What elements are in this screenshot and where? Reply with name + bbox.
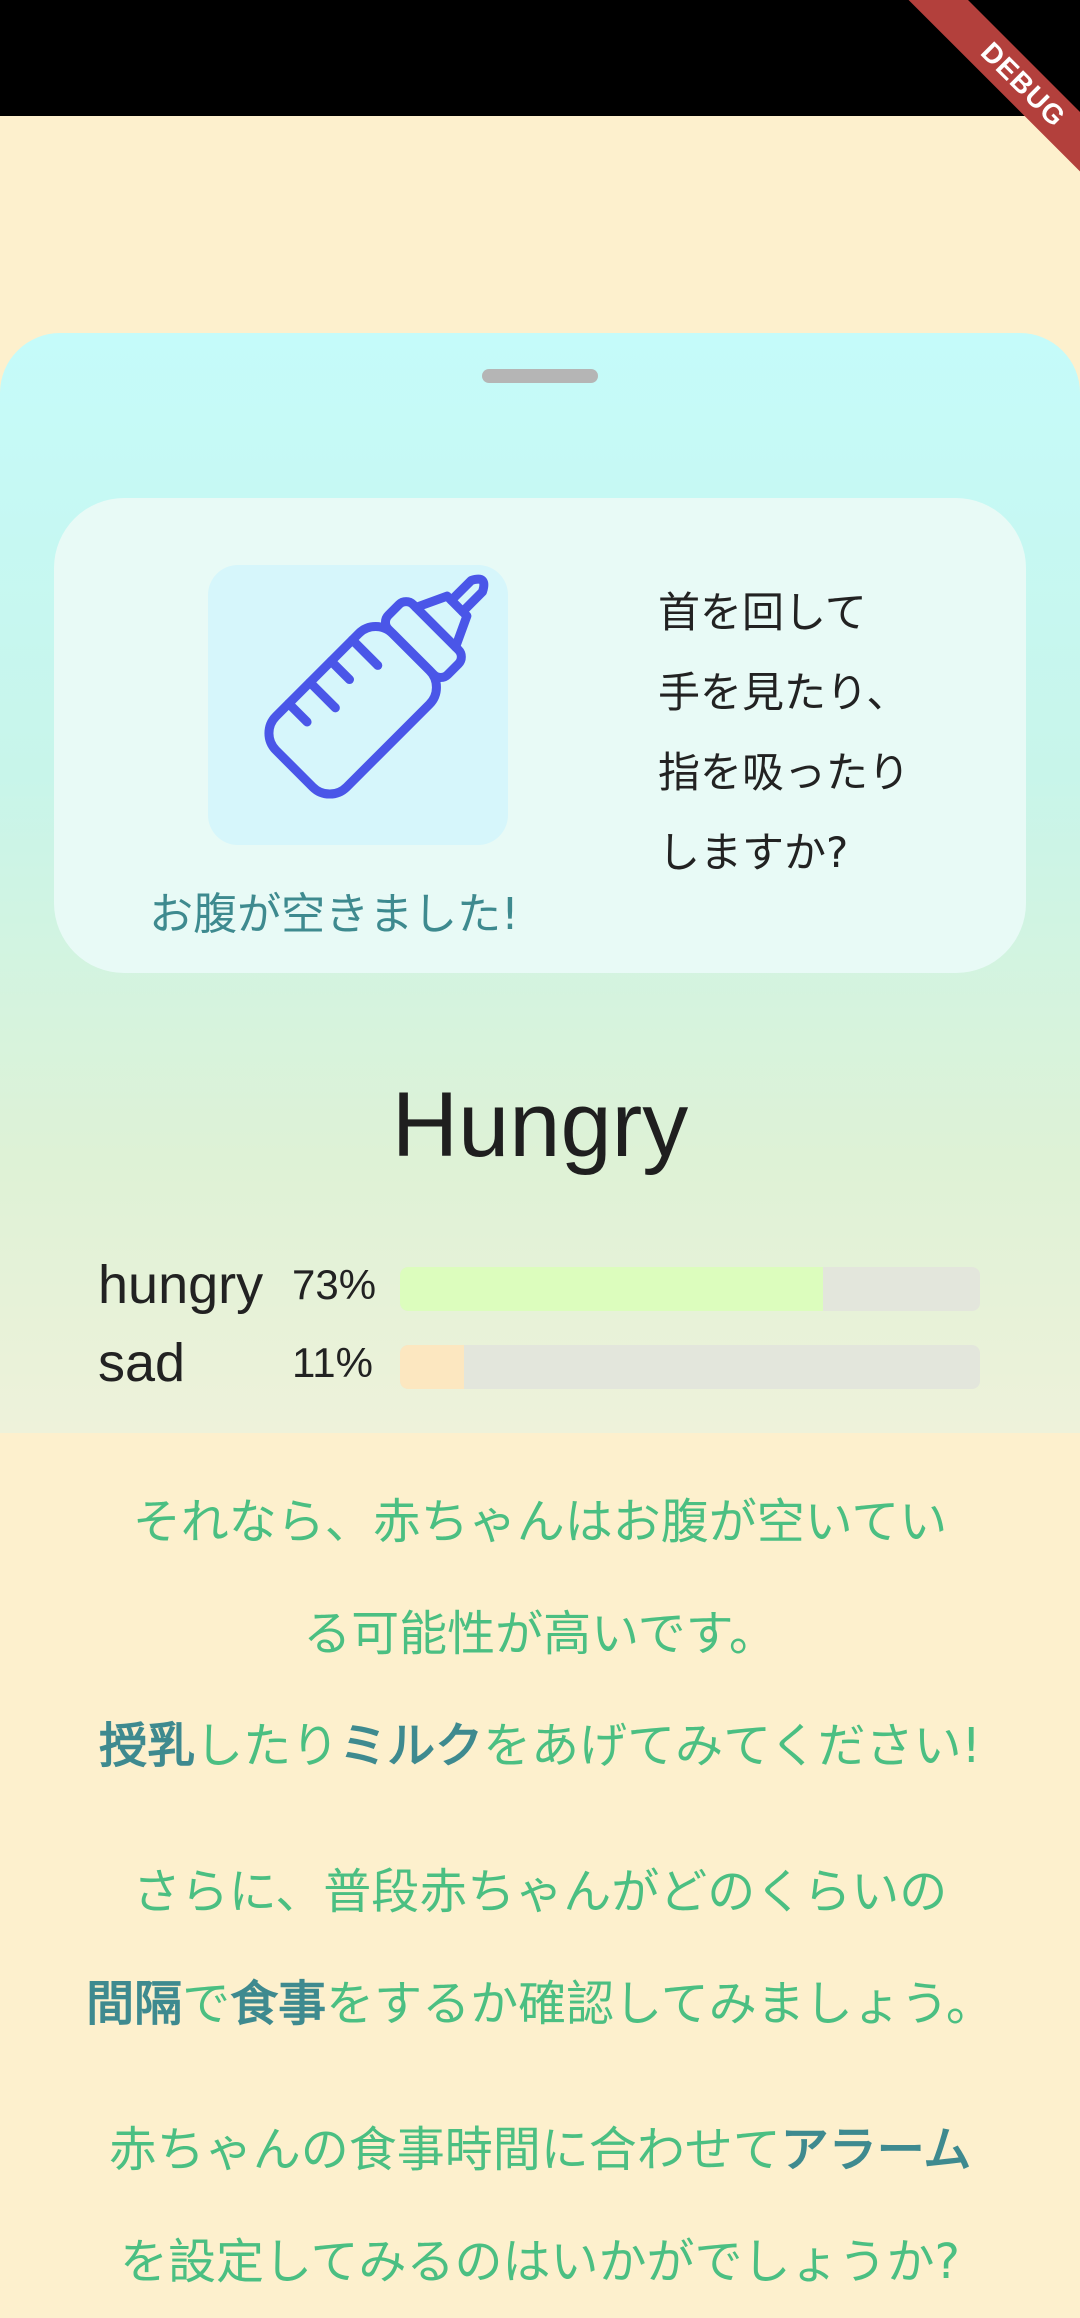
card-line: しますか? <box>658 828 849 877</box>
advice-text: をあげてみてください! <box>483 1718 981 1774</box>
mood-title: Hungry <box>391 1074 689 1176</box>
advice-line: る可能性が高いです。 <box>303 1606 777 1662</box>
mood-row-sad: sad 11% <box>98 1333 998 1393</box>
advice-keyword: ミルク <box>339 1718 484 1774</box>
status-bar <box>0 0 1080 116</box>
drag-handle[interactable] <box>482 369 598 383</box>
mood-bar-fill <box>400 1345 464 1389</box>
card-line: 手を見たり、 <box>658 668 909 717</box>
mood-bar-track <box>400 1345 980 1389</box>
card-caption: お腹が空きました! <box>149 889 519 940</box>
mood-row-hungry: hungry 73% <box>98 1255 998 1315</box>
advice-text: 赤ちゃんの食事時間に合わせて <box>108 2122 781 2178</box>
advice-line: それなら、赤ちゃんはお腹が空いてい <box>132 1494 948 1550</box>
card-question: 首を回して 手を見たり、 指を吸ったり しますか? <box>658 573 910 893</box>
advice-text: したり <box>195 1718 340 1774</box>
advice-keyword: 授乳 <box>99 1718 196 1774</box>
bottom-sheet[interactable]: お腹が空きました! 首を回して 手を見たり、 指を吸ったり しますか? Hung… <box>0 333 1080 1433</box>
mood-label: sad <box>98 1333 186 1393</box>
advice-keyword: アラーム <box>780 2122 972 2178</box>
advice-keyword: 間隔 <box>86 1976 183 2032</box>
advice-line: 間隔で食事をするか確認してみましょう。 <box>40 1948 1040 2060</box>
mood-percent: 73% <box>292 1261 377 1308</box>
mood-label: hungry <box>98 1255 264 1315</box>
mood-card: お腹が空きました! 首を回して 手を見たり、 指を吸ったり しますか? <box>54 498 1026 973</box>
advice-line: さらに、普段赤ちゃんがどのくらいの <box>132 1864 948 1920</box>
mood-bar-track <box>400 1267 980 1311</box>
advice-text: をするか確認してみましょう。 <box>326 1976 994 2032</box>
advice-line: 赤ちゃんの食事時間に合わせてアラーム <box>40 2094 1040 2206</box>
card-line: 指を吸ったり <box>658 748 911 797</box>
advice-line: 授乳したりミルクをあげてみてください! <box>40 1690 1040 1802</box>
baby-bottle-icon <box>208 565 508 845</box>
advice-text: で <box>182 1976 231 2032</box>
card-line: 首を回して <box>658 588 867 637</box>
advice-line: を設定してみるのはいかがでしょうか? <box>119 2234 961 2290</box>
mood-percent: 11% <box>292 1339 373 1386</box>
advice-keyword: 食事 <box>230 1976 327 2032</box>
mood-bar-fill <box>400 1267 824 1311</box>
